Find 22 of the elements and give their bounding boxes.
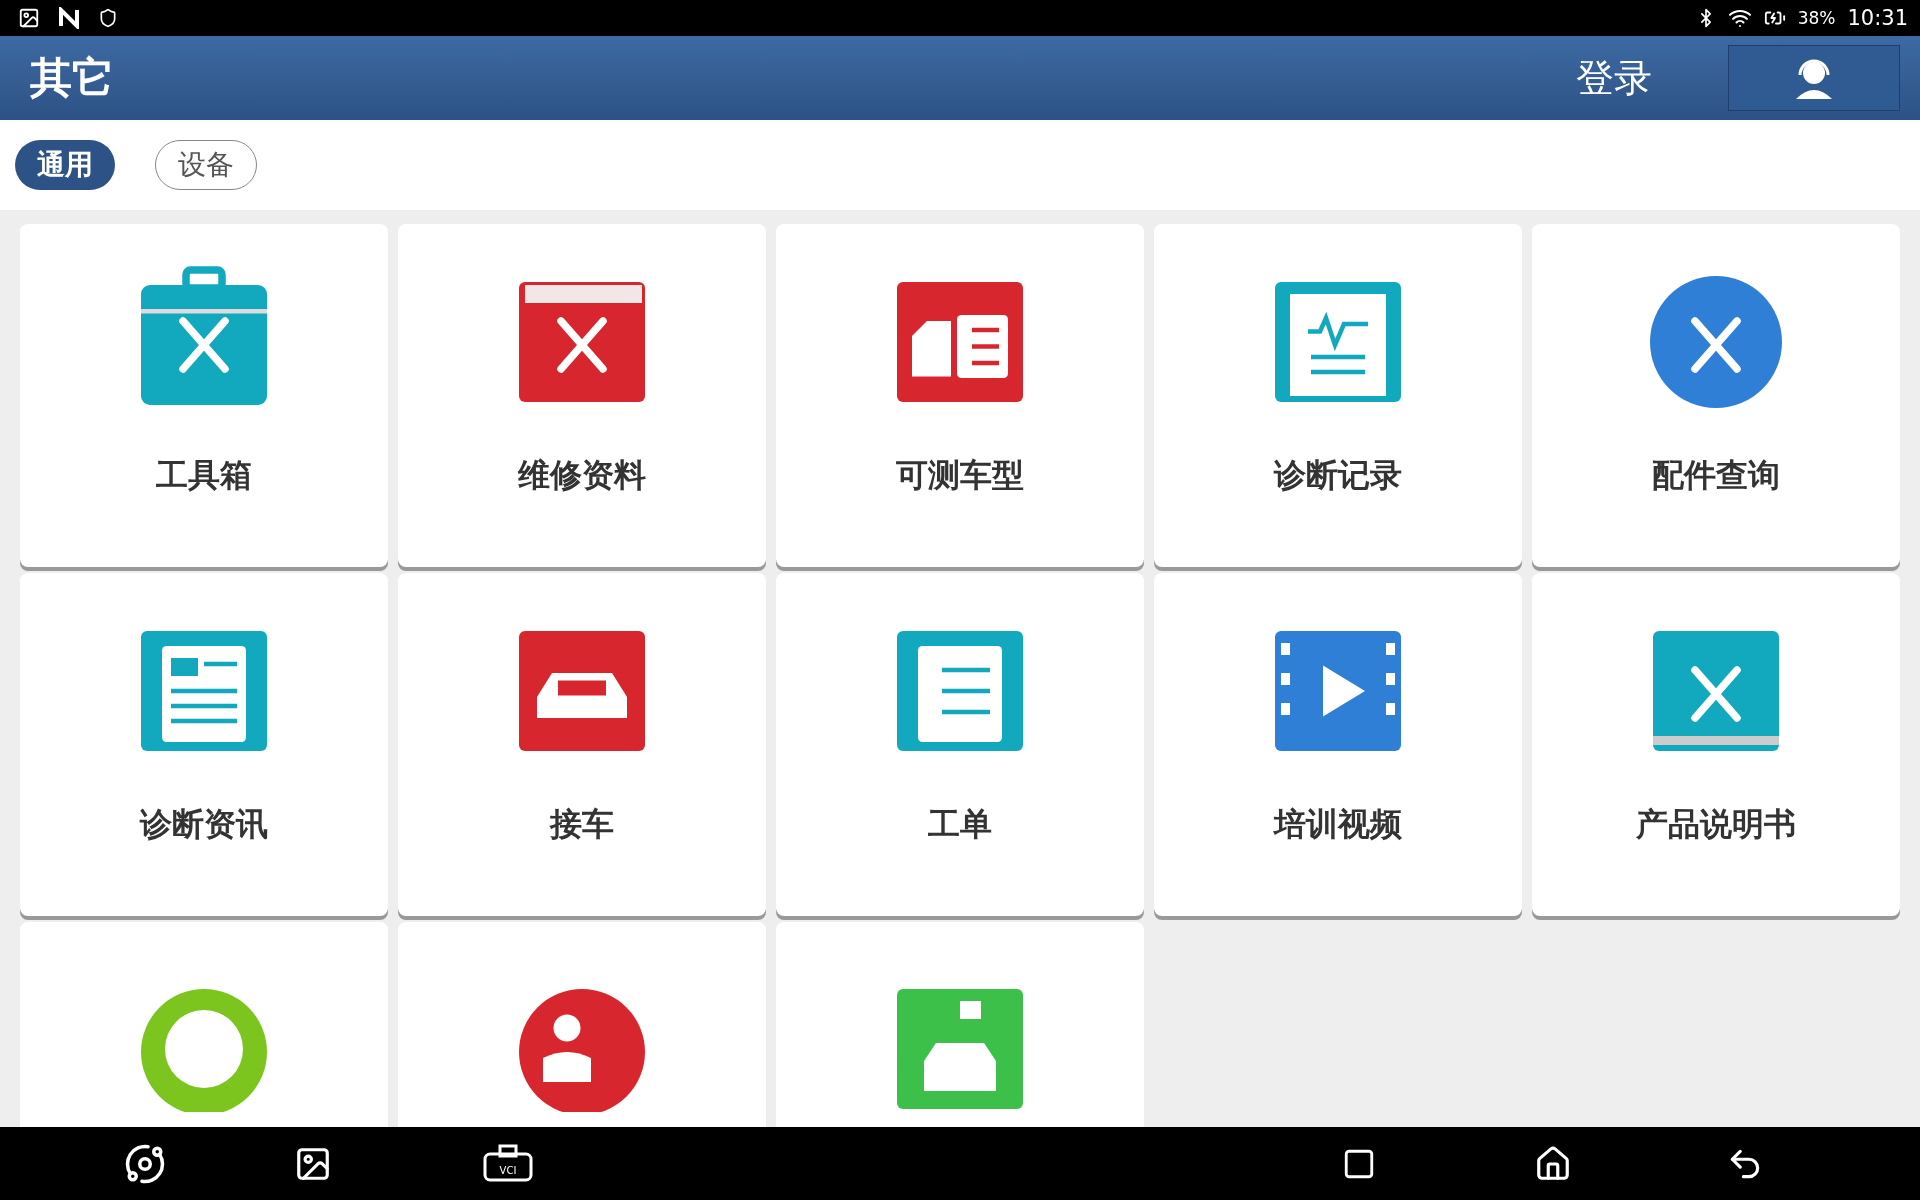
page-title: 其它 (30, 52, 114, 104)
n-logo-icon (58, 7, 80, 29)
image-icon (18, 7, 40, 29)
clock-time: 10:31 (1847, 6, 1908, 30)
tile-label: 产品说明书 (1636, 804, 1796, 845)
home-button[interactable] (1534, 1144, 1572, 1183)
tab[interactable]: 设备 (155, 140, 257, 190)
shield-icon (98, 8, 118, 28)
tile-label: 可测车型 (896, 455, 1024, 496)
tile-label: 工单 (928, 804, 992, 845)
tile-label: 培训视频 (1274, 804, 1402, 845)
support-button[interactable] (1728, 45, 1900, 111)
tile-label: 接车 (550, 804, 614, 845)
tile-label: 配件查询 (1652, 455, 1780, 496)
battery-percent: 38% (1797, 8, 1836, 28)
login-link[interactable]: 登录 (1576, 52, 1652, 104)
tile-label: 维修资料 (518, 455, 646, 496)
tile-label: 诊断资讯 (140, 804, 268, 845)
planet-button[interactable] (124, 1142, 166, 1185)
tile-label: 工具箱 (156, 455, 252, 496)
tile-label: 诊断记录 (1274, 455, 1402, 496)
tab[interactable]: 通用 (15, 140, 115, 190)
